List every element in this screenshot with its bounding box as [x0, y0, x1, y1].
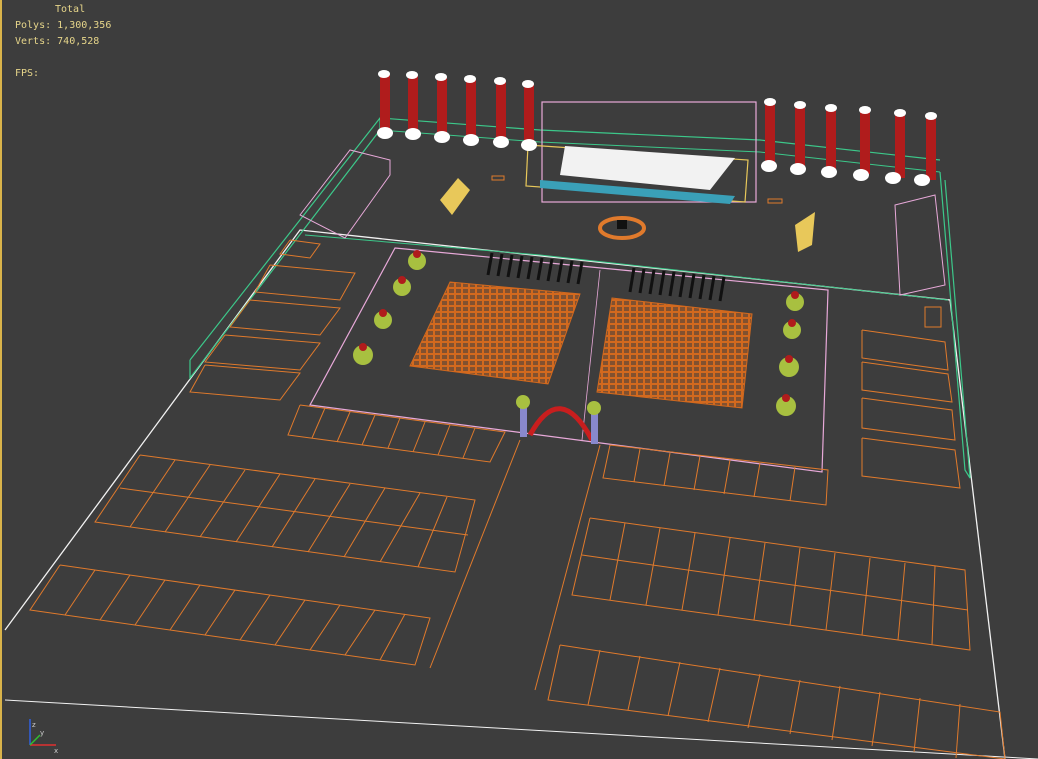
stage-screen — [560, 146, 735, 190]
polys-value: 1,300,356 — [57, 20, 112, 31]
scene-canvas[interactable] — [0, 0, 1038, 759]
entrance-post-right — [591, 412, 598, 444]
entrance-post-left — [520, 405, 527, 437]
axis-z-label: z — [32, 721, 36, 729]
chairs-back-right — [628, 267, 726, 302]
plants-right — [776, 291, 804, 416]
tent-right — [894, 194, 946, 296]
columns-left — [377, 70, 537, 151]
viewport-perspective[interactable]: Total Polys: 1,300,356 Verts: 740,528 FP… — [0, 0, 1038, 759]
stats-heading: Total — [55, 4, 86, 15]
polys-label: Polys: — [15, 20, 52, 31]
banner-right — [795, 212, 815, 252]
fountain-center — [617, 220, 627, 229]
parking-grid — [29, 175, 1006, 759]
banner-left — [440, 178, 470, 215]
fence-left — [189, 116, 381, 380]
axis-x-label: x — [54, 747, 58, 755]
verts-label: Verts: — [15, 36, 52, 47]
axis-y-label: y — [40, 729, 44, 737]
columns-right — [761, 98, 937, 186]
stats-verts: Verts: 740,528 — [15, 34, 111, 50]
plants-left — [353, 250, 426, 365]
viewport-statistics: Total Polys: 1,300,356 Verts: 740,528 FP… — [15, 2, 111, 82]
stats-fps: FPS: — [15, 68, 40, 79]
axis-gizmo-icon: z y x — [29, 719, 58, 755]
seating-block-left — [409, 281, 581, 385]
seating-block-right — [596, 297, 753, 409]
verts-value: 740,528 — [57, 36, 100, 47]
ground-plane-bottom-edge — [4, 699, 1038, 759]
stats-polys: Polys: 1,300,356 — [15, 18, 111, 34]
